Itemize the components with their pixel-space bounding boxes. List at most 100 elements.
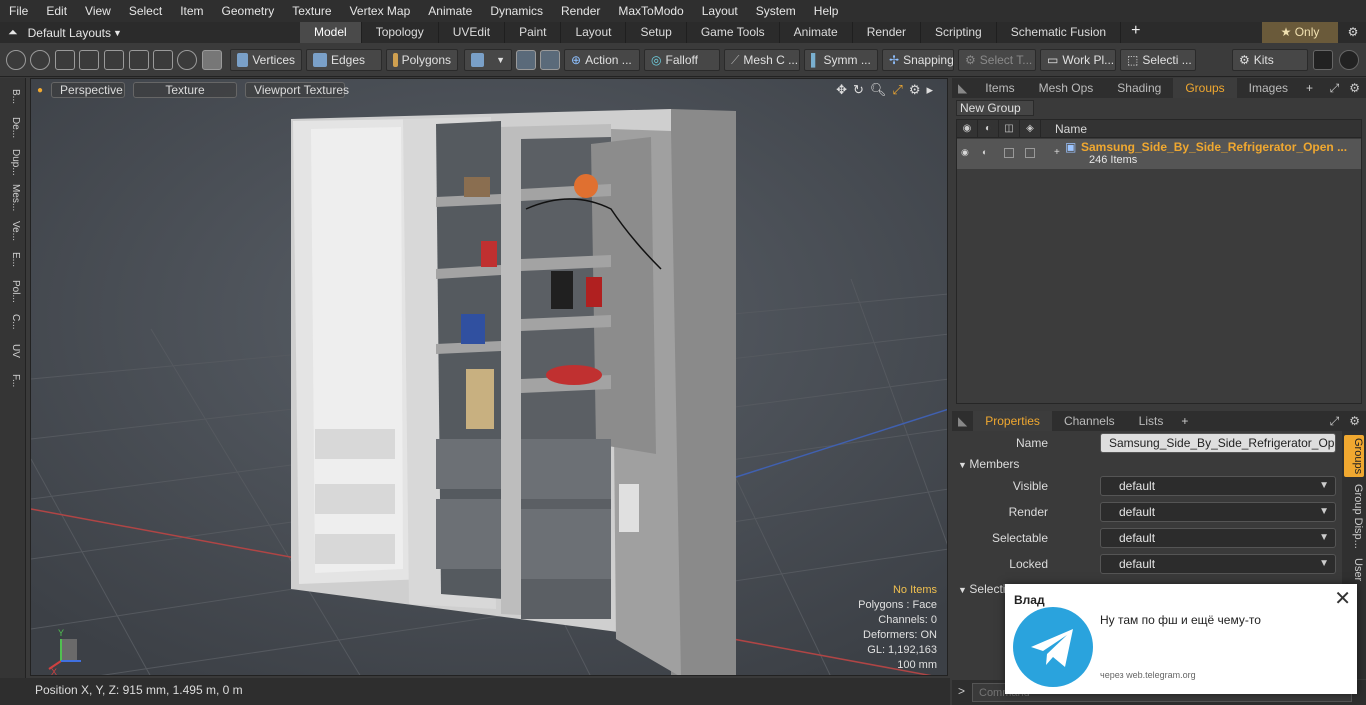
panel-gear-icon[interactable]: ⚙ <box>1343 81 1366 95</box>
rotate-icon[interactable] <box>177 50 197 70</box>
strip-tab-uv[interactable]: UV <box>3 338 21 364</box>
menu-item[interactable]: Item <box>171 0 212 22</box>
tab-scripting[interactable]: Scripting <box>921 22 997 43</box>
select-through-button[interactable]: ⚙ Select T... <box>958 49 1036 71</box>
telegram-notification[interactable]: Влад Ну там по фш и ещё чему-то через we… <box>1005 584 1357 694</box>
perspective-button[interactable]: Perspective <box>51 82 126 98</box>
snapping-button[interactable]: ✢ Snapping <box>882 49 954 71</box>
maximize-view-icon[interactable]: ⤢ <box>892 82 902 98</box>
lock-icon[interactable]: ◫ <box>999 119 1020 138</box>
falloff-button[interactable]: ◎ Falloff <box>644 49 720 71</box>
menu-render[interactable]: Render <box>552 0 609 22</box>
selectable-icon[interactable]: ◈ <box>1020 119 1041 138</box>
menu-dynamics[interactable]: Dynamics <box>481 0 552 22</box>
eye-icon[interactable]: ◉ <box>957 119 978 138</box>
tab-game-tools[interactable]: Game Tools <box>687 22 780 43</box>
globe-icon[interactable] <box>30 50 50 70</box>
zoom-view-icon[interactable]: 🔍︎ <box>870 82 887 98</box>
render-icon[interactable]: ◐ <box>978 119 999 138</box>
mesh-constraint-button[interactable]: ⟋ Mesh C ... <box>724 49 800 71</box>
menu-layout[interactable]: Layout <box>693 0 747 22</box>
tab-channels[interactable]: Channels <box>1052 411 1127 431</box>
transform-icon[interactable] <box>129 50 149 70</box>
pivot-icon[interactable] <box>540 50 560 70</box>
home-icon[interactable]: ⏶ <box>8 25 18 40</box>
tab-mesh-ops[interactable]: Mesh Ops <box>1027 78 1106 98</box>
material-mode-button[interactable]: ▼ <box>464 49 512 71</box>
gear-icon[interactable]: ⚙ <box>1340 22 1366 43</box>
menu-edit[interactable]: Edit <box>37 0 76 22</box>
expand-icon[interactable]: + <box>1054 147 1060 158</box>
row-render-icon[interactable]: ◐ <box>982 147 987 157</box>
symmetry-icon[interactable] <box>516 50 536 70</box>
close-icon[interactable]: ✕ <box>1334 586 1351 611</box>
tab-lists[interactable]: Lists <box>1127 411 1176 431</box>
tab-items[interactable]: Items <box>973 78 1026 98</box>
rotate-view-icon[interactable]: ↻ <box>853 82 864 98</box>
strip-tab-mesh[interactable]: Mes... <box>3 182 21 214</box>
locked-select[interactable]: default ▼ <box>1100 554 1336 574</box>
members-section[interactable]: ▼ Members <box>958 457 1019 471</box>
strip-tab-duplicate[interactable]: Dup... <box>3 146 21 178</box>
group-row[interactable]: ◉ ◐ + ▣ Samsung_Side_By_Side_Refrigerato… <box>957 139 1361 169</box>
tab-setup[interactable]: Setup <box>626 22 687 43</box>
menu-help[interactable]: Help <box>805 0 848 22</box>
menu-animate[interactable]: Animate <box>419 0 481 22</box>
work-plane-button[interactable]: ▭ Work Pl... <box>1040 49 1116 71</box>
menu-system[interactable]: System <box>747 0 805 22</box>
edges-button[interactable]: Edges <box>306 49 382 71</box>
strip-tab-curve[interactable]: C... <box>3 310 21 334</box>
texture-button[interactable]: Texture <box>133 82 238 98</box>
name-column-header[interactable]: Name <box>1041 122 1087 136</box>
kits-button[interactable]: ⚙ Kits <box>1232 49 1308 71</box>
menu-view[interactable]: View <box>76 0 120 22</box>
tab-render[interactable]: Render <box>853 22 922 43</box>
move-view-icon[interactable]: ✥ <box>836 82 847 98</box>
strip-tab-vertex[interactable]: Ve... <box>3 218 21 244</box>
side-tab-group-display[interactable]: Group Disp... <box>1344 481 1364 551</box>
menu-texture[interactable]: Texture <box>283 0 340 22</box>
tab-model[interactable]: Model <box>300 22 362 43</box>
strip-tab-edge[interactable]: E... <box>3 248 21 272</box>
add-props-tab-icon[interactable]: + <box>1175 414 1194 428</box>
vertices-button[interactable]: Vertices <box>230 49 302 71</box>
tab-shading[interactable]: Shading <box>1105 78 1173 98</box>
panel-expand-icon[interactable]: ⤢ <box>1326 81 1344 96</box>
tab-animate[interactable]: Animate <box>780 22 853 43</box>
row-lock-checkbox[interactable] <box>1004 148 1014 158</box>
add-panel-tab-icon[interactable]: + <box>1300 81 1319 95</box>
selection-sets-button[interactable]: ⬚ Selecti ... <box>1120 49 1196 71</box>
tab-properties[interactable]: Properties <box>973 411 1052 431</box>
visible-select[interactable]: default ▼ <box>1100 476 1336 496</box>
new-group-button[interactable]: New Group <box>956 100 1034 116</box>
row-select-checkbox[interactable] <box>1025 148 1035 158</box>
unity-icon[interactable] <box>1313 50 1333 70</box>
row-eye-icon[interactable]: ◉ <box>961 147 969 158</box>
symmetry-button[interactable]: ▌ Symm ... <box>804 49 878 71</box>
select-circle-icon[interactable] <box>6 50 26 70</box>
tab-groups[interactable]: Groups <box>1173 78 1237 98</box>
viewport-gear-icon[interactable]: ⚙ <box>909 82 921 98</box>
render-select[interactable]: default ▼ <box>1100 502 1336 522</box>
tab-schematic-fusion[interactable]: Schematic Fusion <box>997 22 1122 43</box>
props-menu-icon[interactable]: ◣ <box>952 414 973 428</box>
props-gear-icon[interactable]: ⚙ <box>1343 414 1366 428</box>
frame-icon[interactable] <box>153 50 173 70</box>
side-tab-groups[interactable]: Groups <box>1344 435 1364 477</box>
viewport-arrow-icon[interactable]: ▸ <box>926 82 933 98</box>
tab-images[interactable]: Images <box>1237 78 1300 98</box>
command-expand-icon[interactable]: > <box>958 684 965 698</box>
tab-paint[interactable]: Paint <box>505 22 562 43</box>
pen-icon[interactable] <box>55 50 75 70</box>
selectable-select[interactable]: default ▼ <box>1100 528 1336 548</box>
stack-icon[interactable] <box>104 50 124 70</box>
only-toggle[interactable]: ★ Only <box>1262 22 1338 43</box>
menu-geometry[interactable]: Geometry <box>213 0 284 22</box>
tab-topology[interactable]: Topology <box>362 22 439 43</box>
menu-file[interactable]: File <box>0 0 37 22</box>
add-tab-icon[interactable]: + <box>1121 22 1150 43</box>
panel-menu-icon[interactable]: ◣ <box>952 81 973 95</box>
brush-icon[interactable] <box>79 50 99 70</box>
strip-tab-basic[interactable]: B... <box>3 84 21 110</box>
menu-select[interactable]: Select <box>120 0 171 22</box>
